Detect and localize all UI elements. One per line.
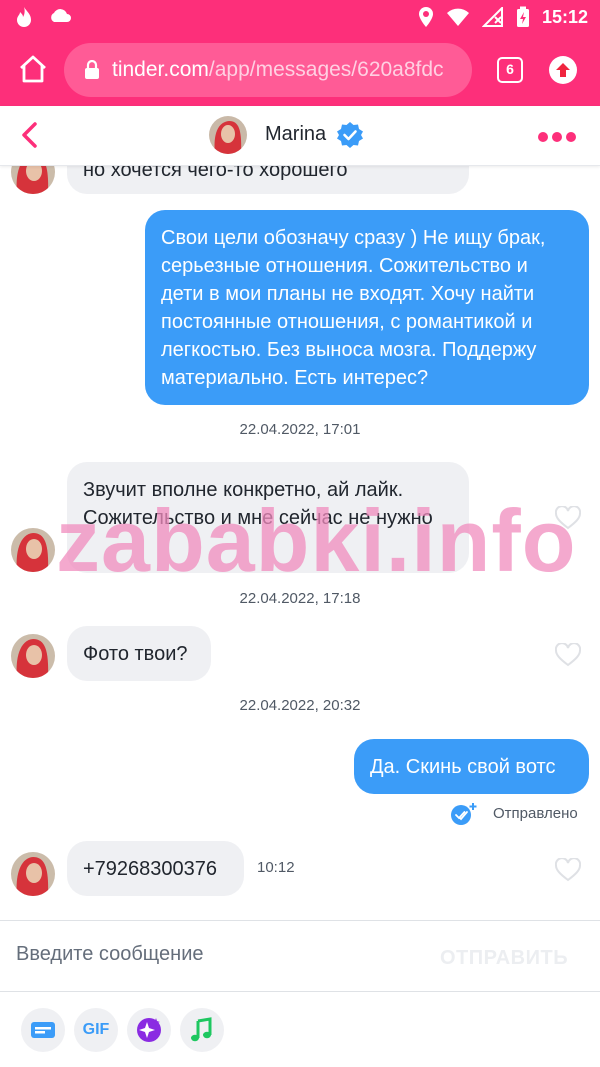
delivered-check-icon [451,803,477,825]
message-status: Отправлено [493,805,578,822]
sender-avatar[interactable] [11,634,55,678]
card-share-button[interactable] [21,1008,65,1052]
send-button[interactable]: ОТПРАВИТЬ [440,947,568,970]
lock-icon [85,60,99,79]
url-path: /app/messages/620a8fdc [208,58,444,81]
chat-header: Marina [0,106,600,166]
location-icon [418,7,433,27]
outgoing-message[interactable]: Свои цели обозначу сразу ) Не ищу брак, … [145,210,589,405]
address-bar[interactable]: tinder.com/app/messages/620a8fdc [64,43,472,97]
sticker-button[interactable] [127,1008,171,1052]
message-time: 10:12 [257,859,295,876]
gif-label: GIF [82,1021,110,1038]
wifi-icon [446,8,469,26]
heart-like-icon[interactable] [555,858,581,882]
music-note-icon [191,1017,212,1042]
arrow-up-icon [556,63,570,77]
gif-button[interactable]: GIF [74,1008,118,1052]
date-stamp: 22.04.2022, 20:32 [239,697,361,714]
back-arrow-icon[interactable] [16,120,44,150]
date-stamp: 22.04.2022, 17:01 [239,421,361,438]
browser-toolbar: tinder.com/app/messages/620a8fdc 6 [0,34,600,106]
message-input[interactable]: Введите сообщение [16,943,204,966]
incoming-message[interactable]: но хочется чего-то хорошего [67,166,469,194]
sparkle-sticker-icon [137,1018,161,1042]
date-stamp: 22.04.2022, 17:18 [239,590,361,607]
status-time: 15:12 [541,6,588,27]
tinder-flame-icon [17,7,31,27]
message-composer: Введите сообщение ОТПРАВИТЬ [0,920,600,992]
url-text: tinder.com/app/messages/620a8fdc [112,58,444,82]
sender-avatar[interactable] [11,166,55,194]
signal-icon [481,7,503,27]
id-card-icon [31,1022,55,1038]
match-name[interactable]: Marina [265,123,326,146]
cloud-icon [51,9,71,22]
sender-avatar[interactable] [11,528,55,572]
match-avatar[interactable] [209,116,247,154]
status-bar: 15:12 [0,0,600,34]
incoming-message[interactable]: Фото твои? [67,626,211,681]
music-button[interactable] [180,1008,224,1052]
incoming-message[interactable]: +79268300376 [67,841,244,896]
outgoing-message[interactable]: Да. Скинь свой вотс [354,739,589,794]
attachment-toolbar: GIF [0,992,600,1067]
heart-like-icon[interactable] [555,643,581,667]
watermark: zababki.info [56,491,577,590]
sender-avatar[interactable] [11,852,55,896]
tab-switcher-button[interactable]: 6 [497,57,523,83]
url-host: tinder.com [112,58,209,81]
home-icon[interactable] [18,54,48,84]
more-options-button[interactable] [538,132,576,142]
verified-badge-icon [337,122,363,148]
battery-icon [516,6,529,27]
update-button[interactable] [549,56,577,84]
